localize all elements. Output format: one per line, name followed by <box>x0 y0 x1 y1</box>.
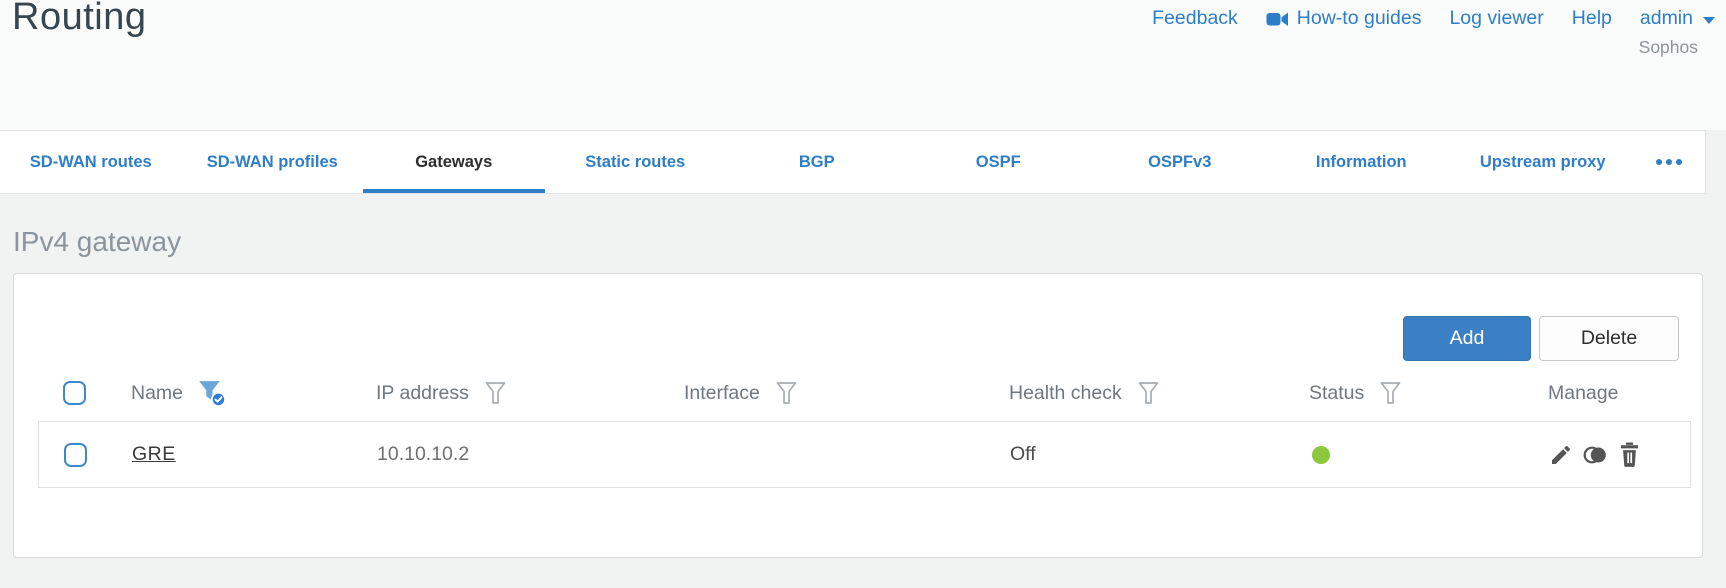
filter-active-icon[interactable] <box>198 379 226 407</box>
gateway-card: Add Delete Name IP address Interface Hea… <box>13 273 1703 558</box>
ellipsis-icon <box>1656 159 1663 165</box>
clone-icon[interactable] <box>1582 443 1609 467</box>
filter-icon[interactable] <box>484 380 507 406</box>
delete-button[interactable]: Delete <box>1539 316 1679 361</box>
tab-sd-wan-profiles[interactable]: SD-WAN profiles <box>182 131 364 193</box>
tab-gateways[interactable]: Gateways <box>363 131 545 193</box>
filter-icon[interactable] <box>1137 380 1160 406</box>
table-row: GRE 10.10.10.2 Off <box>38 421 1691 488</box>
page-title: Routing <box>12 0 147 38</box>
edit-icon[interactable] <box>1549 443 1573 467</box>
tab-bar: SD-WAN routes SD-WAN profiles Gateways S… <box>0 130 1706 194</box>
filter-icon[interactable] <box>775 380 798 406</box>
column-header-ip-address: IP address <box>376 381 469 404</box>
tab-upstream-proxy[interactable]: Upstream proxy <box>1452 131 1634 193</box>
column-header-interface: Interface <box>684 381 760 404</box>
video-camera-icon <box>1266 10 1289 28</box>
health-check-cell: Off <box>1010 443 1036 465</box>
delete-icon[interactable] <box>1618 442 1641 467</box>
section-heading: IPv4 gateway <box>13 226 182 257</box>
top-nav: Feedback How-to guides Log viewer Help a… <box>1152 7 1715 30</box>
more-tabs-button[interactable] <box>1634 131 1706 193</box>
column-header-status: Status <box>1309 381 1365 404</box>
tab-ospf[interactable]: OSPF <box>908 131 1090 193</box>
tab-information[interactable]: Information <box>1271 131 1453 193</box>
page-header: Routing Feedback How-to guides Log viewe… <box>0 0 1726 130</box>
tab-ospfv3[interactable]: OSPFv3 <box>1089 131 1271 193</box>
help-link[interactable]: Help <box>1572 7 1612 30</box>
column-header-manage: Manage <box>1548 381 1619 404</box>
tab-static-routes[interactable]: Static routes <box>545 131 727 193</box>
ip-address-cell: 10.10.10.2 <box>377 443 470 465</box>
column-header-name: Name <box>131 381 184 404</box>
feedback-link[interactable]: Feedback <box>1152 7 1238 30</box>
add-button[interactable]: Add <box>1403 316 1531 361</box>
log-viewer-link[interactable]: Log viewer <box>1449 7 1543 30</box>
howto-guides-link[interactable]: How-to guides <box>1266 7 1421 30</box>
gateway-name-link[interactable]: GRE <box>132 443 176 466</box>
status-indicator <box>1312 445 1330 464</box>
filter-icon[interactable] <box>1379 380 1402 406</box>
brand-label: Sophos <box>1638 37 1698 57</box>
column-header-health-check: Health check <box>1009 381 1122 404</box>
select-all-checkbox[interactable] <box>63 381 86 405</box>
table-header: Name IP address Interface Health check S… <box>38 372 1691 414</box>
user-menu[interactable]: admin <box>1640 7 1715 30</box>
tab-bgp[interactable]: BGP <box>726 131 908 193</box>
chevron-down-icon <box>1703 16 1715 24</box>
row-checkbox[interactable] <box>64 442 87 467</box>
tab-sd-wan-routes[interactable]: SD-WAN routes <box>0 131 182 193</box>
